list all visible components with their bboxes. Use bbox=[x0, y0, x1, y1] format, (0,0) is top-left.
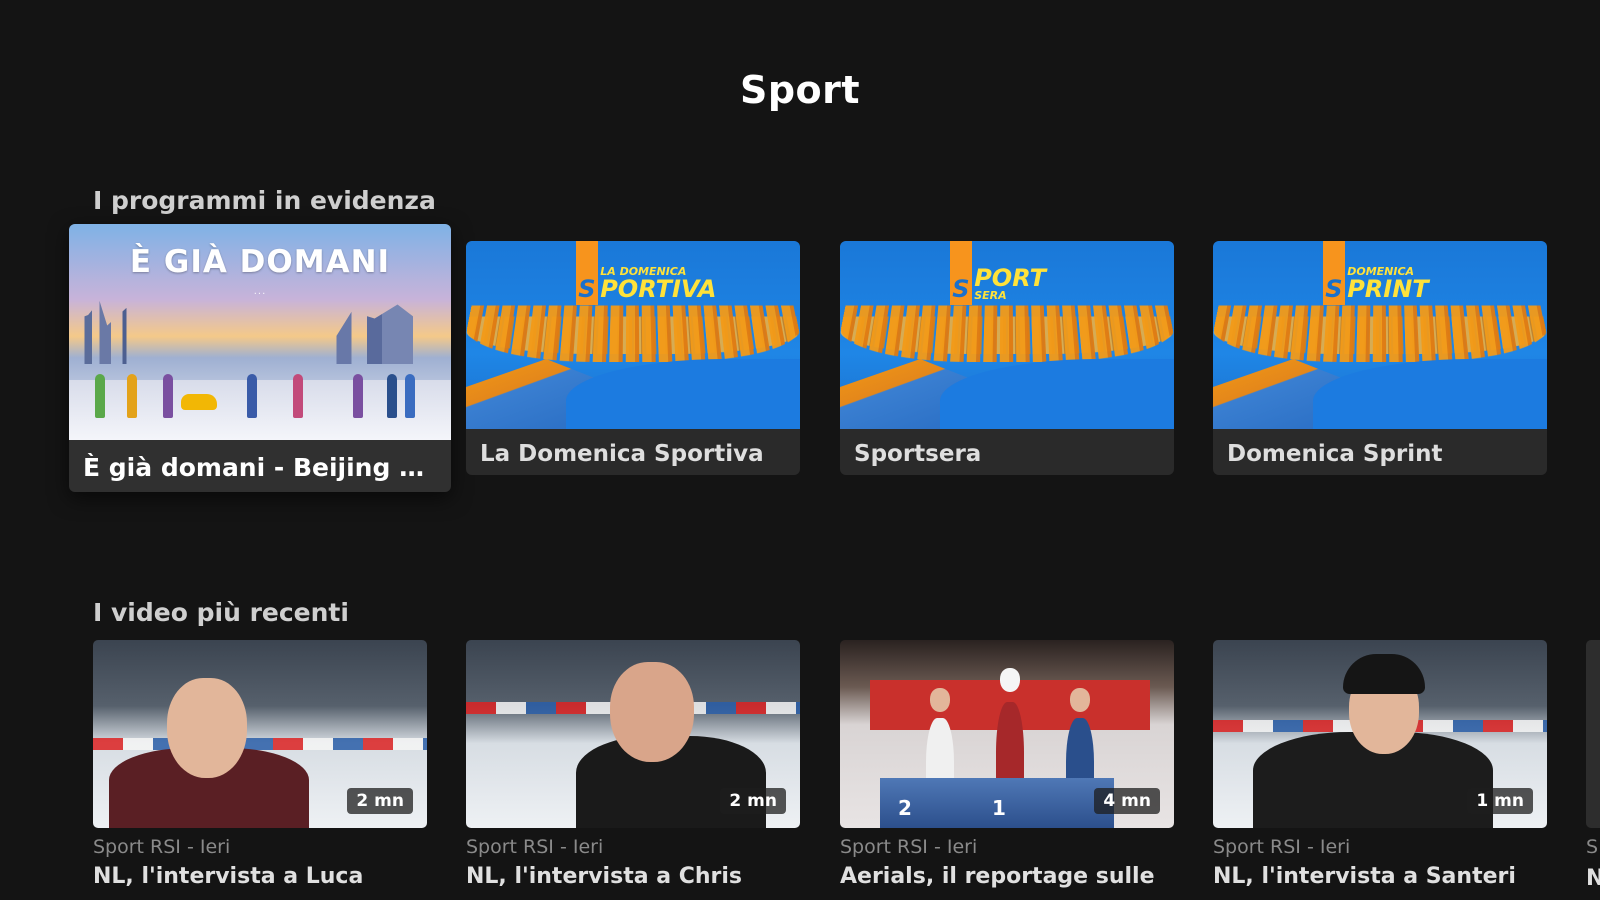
sport-page: Sport I programmi in evidenza È GIÀ DOMA… bbox=[0, 0, 1600, 900]
logo-big-text: PORTIVA bbox=[600, 275, 717, 303]
video-meta: Sport RSI - Ieri bbox=[840, 836, 978, 858]
arena-illustration bbox=[840, 305, 1174, 363]
video-card-aerials-reportage[interactable]: 2 1 4 mn Sport RSI - Ieri Aerials, il re… bbox=[840, 640, 1174, 889]
car-illustration bbox=[181, 394, 217, 410]
logo-bar: S bbox=[950, 241, 973, 305]
logo-initial: S bbox=[1325, 275, 1343, 303]
player-illustration bbox=[1253, 648, 1493, 828]
video-thumbnail: 2 mn bbox=[466, 640, 800, 828]
featured-card-la-domenica-sportiva[interactable]: S LA DOMENICA PORTIVA La Domenica Sporti… bbox=[466, 241, 800, 475]
helmet-illustration bbox=[1343, 654, 1425, 694]
logo-text: LA DOMENICA PORTIVA bbox=[600, 266, 716, 305]
video-card-intervista-chris[interactable]: 2 mn Sport RSI - Ieri NL, l'intervista a… bbox=[466, 640, 800, 889]
logo-bar: S bbox=[1323, 241, 1346, 305]
video-meta: Sport RSI - Ieri bbox=[466, 836, 604, 858]
show-logo: S LA DOMENICA PORTIVA bbox=[576, 241, 716, 305]
arena-floor bbox=[940, 359, 1174, 429]
duration-badge: 2 mn bbox=[347, 788, 413, 814]
video-meta: Sport RSI - Ieri bbox=[93, 836, 231, 858]
athlete-head bbox=[1070, 688, 1090, 712]
featured-card-e-gia-domani[interactable]: È GIÀ DOMANI ... È già domani - Beijing … bbox=[69, 224, 451, 492]
logo-initial: S bbox=[578, 275, 596, 303]
athlete-illustration bbox=[127, 374, 137, 418]
video-title: NL, l'intervista a Chris bbox=[466, 864, 743, 889]
featured-thumbnail: S DOMENICA PRINT bbox=[1213, 241, 1547, 429]
featured-card-label: La Domenica Sportiva bbox=[480, 441, 764, 467]
arena-illustration bbox=[1213, 305, 1547, 363]
video-title-partial: N bbox=[1586, 866, 1600, 891]
logo-initial: S bbox=[952, 275, 970, 303]
athlete-illustration bbox=[353, 374, 363, 418]
featured-card-domenica-sprint[interactable]: S DOMENICA PRINT Domenica Sprint bbox=[1213, 241, 1547, 475]
featured-card-label: Domenica Sprint bbox=[1227, 441, 1443, 467]
thumbnail-subtitle: ... bbox=[253, 286, 267, 297]
recent-section-title: I video più recenti bbox=[93, 598, 349, 627]
podium-number: 1 bbox=[992, 796, 1006, 820]
athlete-illustration bbox=[293, 374, 303, 418]
video-title: NL, l'intervista a Luca bbox=[93, 864, 364, 889]
logo-big-text: PORT bbox=[974, 264, 1046, 292]
duration-badge: 2 mn bbox=[720, 788, 786, 814]
show-logo: S PORT SERA bbox=[950, 241, 1046, 305]
featured-card-label: Sportsera bbox=[854, 441, 982, 467]
video-meta: Sport RSI - Ieri bbox=[1213, 836, 1351, 858]
video-meta-partial: S bbox=[1586, 836, 1599, 858]
interviewee-illustration bbox=[109, 668, 309, 828]
video-card-next-partial[interactable] bbox=[1586, 640, 1600, 828]
video-thumbnail: 1 mn bbox=[1213, 640, 1547, 828]
video-thumbnail: 2 1 4 mn bbox=[840, 640, 1174, 828]
video-thumbnail: 2 mn bbox=[93, 640, 427, 828]
featured-thumbnail: S PORT SERA bbox=[840, 241, 1174, 429]
video-card-intervista-luca[interactable]: 2 mn Sport RSI - Ieri NL, l'intervista a… bbox=[93, 640, 427, 889]
skyline-illustration bbox=[69, 301, 451, 364]
athlete-head bbox=[1000, 668, 1020, 692]
page-title: Sport bbox=[739, 68, 861, 112]
logo-text: PORT SERA bbox=[974, 266, 1046, 305]
featured-card-label: È già domani - Beijing 2... bbox=[83, 453, 439, 482]
logo-text: DOMENICA PRINT bbox=[1347, 266, 1428, 305]
logo-bar: S bbox=[576, 241, 599, 305]
arena-illustration bbox=[466, 305, 800, 363]
athlete-illustration bbox=[387, 374, 397, 418]
video-title: NL, l'intervista a Santeri bbox=[1213, 864, 1516, 889]
featured-thumbnail: È GIÀ DOMANI ... bbox=[69, 224, 451, 440]
show-logo: S DOMENICA PRINT bbox=[1323, 241, 1429, 305]
featured-card-sportsera[interactable]: S PORT SERA Sportsera bbox=[840, 241, 1174, 475]
athlete-illustration bbox=[95, 374, 105, 418]
video-card-intervista-santeri[interactable]: 1 mn Sport RSI - Ieri NL, l'intervista a… bbox=[1213, 640, 1547, 889]
arena-floor bbox=[1313, 359, 1547, 429]
duration-badge: 1 mn bbox=[1467, 788, 1533, 814]
featured-thumbnail: S LA DOMENICA PORTIVA bbox=[466, 241, 800, 429]
podium-number: 2 bbox=[898, 796, 912, 820]
featured-section-title: I programmi in evidenza bbox=[93, 186, 436, 215]
thumbnail-title: È GIÀ DOMANI bbox=[129, 244, 391, 280]
athlete-illustration bbox=[163, 374, 173, 418]
athlete-illustration bbox=[405, 374, 415, 418]
athlete-illustration bbox=[247, 374, 257, 418]
arena-floor bbox=[566, 359, 800, 429]
logo-big-text: PRINT bbox=[1347, 275, 1429, 303]
interviewee-head bbox=[167, 678, 247, 778]
duration-badge: 4 mn bbox=[1094, 788, 1160, 814]
athlete-head bbox=[930, 688, 950, 712]
interviewee-head bbox=[610, 662, 694, 762]
video-title: Aerials, il reportage sulle bbox=[840, 864, 1155, 889]
